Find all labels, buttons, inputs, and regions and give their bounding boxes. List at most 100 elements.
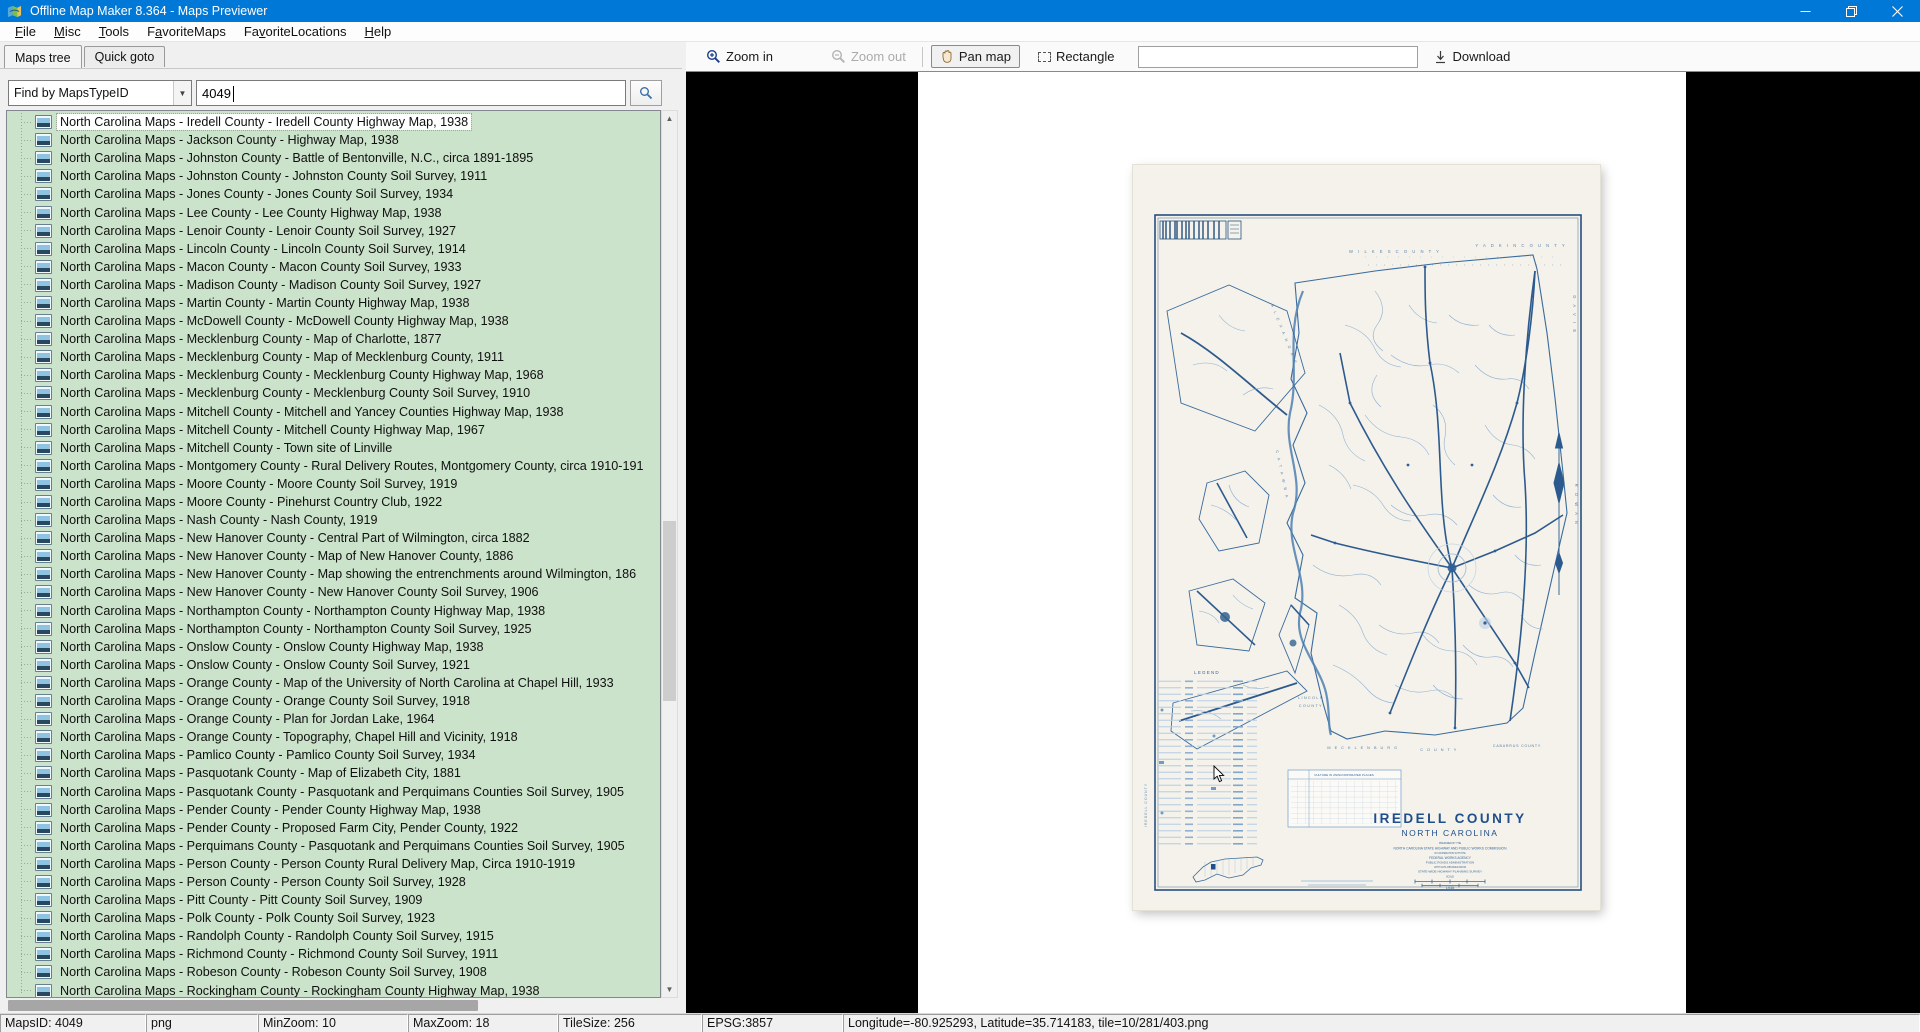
tree-item[interactable]: North Carolina Maps - Randolph County - …	[7, 927, 660, 945]
tree-item[interactable]: North Carolina Maps - Northampton County…	[7, 620, 660, 638]
pan-map-button[interactable]: Pan map	[931, 45, 1020, 68]
scroll-down-arrow-icon[interactable]: ▼	[662, 982, 677, 997]
rectangle-icon	[1038, 52, 1051, 62]
download-button[interactable]: Download	[1426, 46, 1518, 67]
tree-item[interactable]: North Carolina Maps - Rockingham County …	[7, 982, 660, 999]
tree-item-label: North Carolina Maps - Orange County - Pl…	[57, 711, 438, 727]
tree-item[interactable]: North Carolina Maps - Onslow County - On…	[7, 638, 660, 656]
tree-item[interactable]: North Carolina Maps - Pender County - Pr…	[7, 819, 660, 837]
tree-item[interactable]: North Carolina Maps - Northampton County…	[7, 602, 660, 620]
search-input[interactable]	[197, 81, 625, 105]
tree-item[interactable]: North Carolina Maps - Pasquotank County …	[7, 764, 660, 782]
tree-connector	[21, 863, 33, 864]
tree-item[interactable]: North Carolina Maps - McDowell County - …	[7, 312, 660, 330]
status-panel-mapsid: MapsID: 4049	[0, 1014, 146, 1032]
restore-button[interactable]	[1828, 0, 1874, 22]
tree-item[interactable]: North Carolina Maps - Johnston County - …	[7, 167, 660, 185]
minimize-button[interactable]	[1782, 0, 1828, 22]
credit-line: PUBLIC ROADS ADMINISTRATION	[1426, 861, 1474, 865]
tree-item[interactable]: North Carolina Maps - Mecklenburg County…	[7, 384, 660, 402]
tree-item[interactable]: North Carolina Maps - Pasquotank County …	[7, 782, 660, 800]
menu-item-favoritemaps[interactable]: FavoriteMaps	[138, 22, 235, 41]
tree-item[interactable]: North Carolina Maps - Iredell County - I…	[7, 113, 660, 131]
tab-quick-goto[interactable]: Quick goto	[84, 46, 166, 67]
tree-item[interactable]: North Carolina Maps - Orange County - To…	[7, 728, 660, 746]
tree-item[interactable]: North Carolina Maps - Mecklenburg County…	[7, 366, 660, 384]
tree-item[interactable]: North Carolina Maps - Montgomery County …	[7, 457, 660, 475]
search-button[interactable]	[630, 80, 662, 106]
tree-item[interactable]: North Carolina Maps - Nash County - Nash…	[7, 511, 660, 529]
tab-maps-tree[interactable]: Maps tree	[4, 45, 82, 68]
close-button[interactable]	[1874, 0, 1920, 22]
tree-item[interactable]: North Carolina Maps - Lenoir County - Le…	[7, 222, 660, 240]
tree-item-label: North Carolina Maps - Moore County - Pin…	[57, 494, 445, 510]
tree-item[interactable]: North Carolina Maps - Orange County - Ma…	[7, 674, 660, 692]
zoom-in-button[interactable]: Zoom in	[698, 46, 781, 67]
tree-item-label: North Carolina Maps - Moore County - Moo…	[57, 476, 460, 492]
tree-item-label: North Carolina Maps - Robeson County - R…	[57, 964, 490, 980]
map-thumbnail-icon	[35, 875, 52, 889]
tree-item[interactable]: North Carolina Maps - Martin County - Ma…	[7, 294, 660, 312]
tree-item[interactable]: North Carolina Maps - Moore County - Pin…	[7, 493, 660, 511]
tree-item[interactable]: North Carolina Maps - New Hanover County…	[7, 529, 660, 547]
tree-item[interactable]: North Carolina Maps - Person County - Pe…	[7, 873, 660, 891]
tree-item[interactable]: North Carolina Maps - Mitchell County - …	[7, 403, 660, 421]
tree-item[interactable]: North Carolina Maps - Orange County - Pl…	[7, 710, 660, 728]
tree-item-label: North Carolina Maps - Mecklenburg County…	[57, 385, 533, 401]
tree-item[interactable]: North Carolina Maps - Richmond County - …	[7, 945, 660, 963]
tree-vertical-scrollbar[interactable]: ▲ ▼	[661, 110, 678, 998]
status-panel-epsg: EPSG:3857	[702, 1014, 843, 1032]
vertical-scrollbar-thumb[interactable]	[663, 521, 676, 701]
tree-item[interactable]: North Carolina Maps - Moore County - Moo…	[7, 475, 660, 493]
menu-item-file[interactable]: File	[6, 22, 45, 41]
tree-item[interactable]: North Carolina Maps - Jackson County - H…	[7, 131, 660, 149]
tree-connector	[21, 809, 33, 810]
tree-item[interactable]: North Carolina Maps - Mecklenburg County…	[7, 330, 660, 348]
tree-item[interactable]: North Carolina Maps - Perquimans County …	[7, 837, 660, 855]
download-icon	[1434, 50, 1447, 64]
find-type-dropdown[interactable]: Find by MapsTypeID ▼	[8, 80, 192, 106]
tree-item[interactable]: North Carolina Maps - Pitt County - Pitt…	[7, 891, 660, 909]
tree-item[interactable]: North Carolina Maps - Person County - Pe…	[7, 855, 660, 873]
tree-item-label: North Carolina Maps - Nash County - Nash…	[57, 512, 381, 528]
rectangle-button[interactable]: Rectangle	[1030, 46, 1123, 67]
chevron-down-icon[interactable]: ▼	[173, 81, 191, 105]
tree-item[interactable]: North Carolina Maps - Jones County - Jon…	[7, 185, 660, 203]
menu-item-help[interactable]: Help	[355, 22, 400, 41]
tree-item[interactable]: North Carolina Maps - New Hanover County…	[7, 565, 660, 583]
tree-item[interactable]: North Carolina Maps - Pamlico County - P…	[7, 746, 660, 764]
tree-connector	[21, 339, 33, 340]
menu-item-favoritelocations[interactable]: FavoriteLocations	[235, 22, 356, 41]
tree-item[interactable]: North Carolina Maps - Mitchell County - …	[7, 439, 660, 457]
tree-connector	[21, 900, 33, 901]
tree-item[interactable]: North Carolina Maps - Mecklenburg County…	[7, 348, 660, 366]
tree-item[interactable]: North Carolina Maps - Polk County - Polk…	[7, 909, 660, 927]
map-thumbnail-icon	[35, 386, 52, 400]
tree-item[interactable]: North Carolina Maps - New Hanover County…	[7, 547, 660, 565]
tree-horizontal-scrollbar[interactable]	[6, 999, 661, 1012]
tree-item[interactable]: North Carolina Maps - Lee County - Lee C…	[7, 203, 660, 221]
zoom-out-button[interactable]: Zoom out	[823, 46, 914, 67]
tree-item[interactable]: North Carolina Maps - Madison County - M…	[7, 276, 660, 294]
tree-item[interactable]: North Carolina Maps - Onslow County - On…	[7, 656, 660, 674]
map-thumbnail-icon	[35, 350, 52, 364]
zoom-in-icon	[706, 49, 721, 64]
tree-item[interactable]: North Carolina Maps - New Hanover County…	[7, 583, 660, 601]
tree-item[interactable]: North Carolina Maps - Pender County - Pe…	[7, 801, 660, 819]
menu-item-tools[interactable]: Tools	[90, 22, 138, 41]
tree-item[interactable]: North Carolina Maps - Lincoln County - L…	[7, 240, 660, 258]
toolbar-input[interactable]	[1138, 46, 1418, 68]
horizontal-scrollbar-thumb[interactable]	[8, 1000, 478, 1011]
tree-item[interactable]: North Carolina Maps - Robeson County - R…	[7, 963, 660, 981]
tree-item[interactable]: North Carolina Maps - Johnston County - …	[7, 149, 660, 167]
menu-item-misc[interactable]: Misc	[45, 22, 90, 41]
tree-item[interactable]: North Carolina Maps - Mitchell County - …	[7, 421, 660, 439]
tree-item-label: North Carolina Maps - Pender County - Pe…	[57, 802, 484, 818]
scroll-up-arrow-icon[interactable]: ▲	[662, 111, 677, 126]
map-thumbnail-icon	[35, 748, 52, 762]
tree-connector	[21, 719, 33, 720]
tree-item[interactable]: North Carolina Maps - Macon County - Mac…	[7, 258, 660, 276]
tree-item[interactable]: North Carolina Maps - Orange County - Or…	[7, 692, 660, 710]
zoom-out-icon	[831, 49, 846, 64]
map-viewport[interactable]: W I L K E S C O U N T Y Y A D K I N C O …	[686, 72, 1920, 1013]
